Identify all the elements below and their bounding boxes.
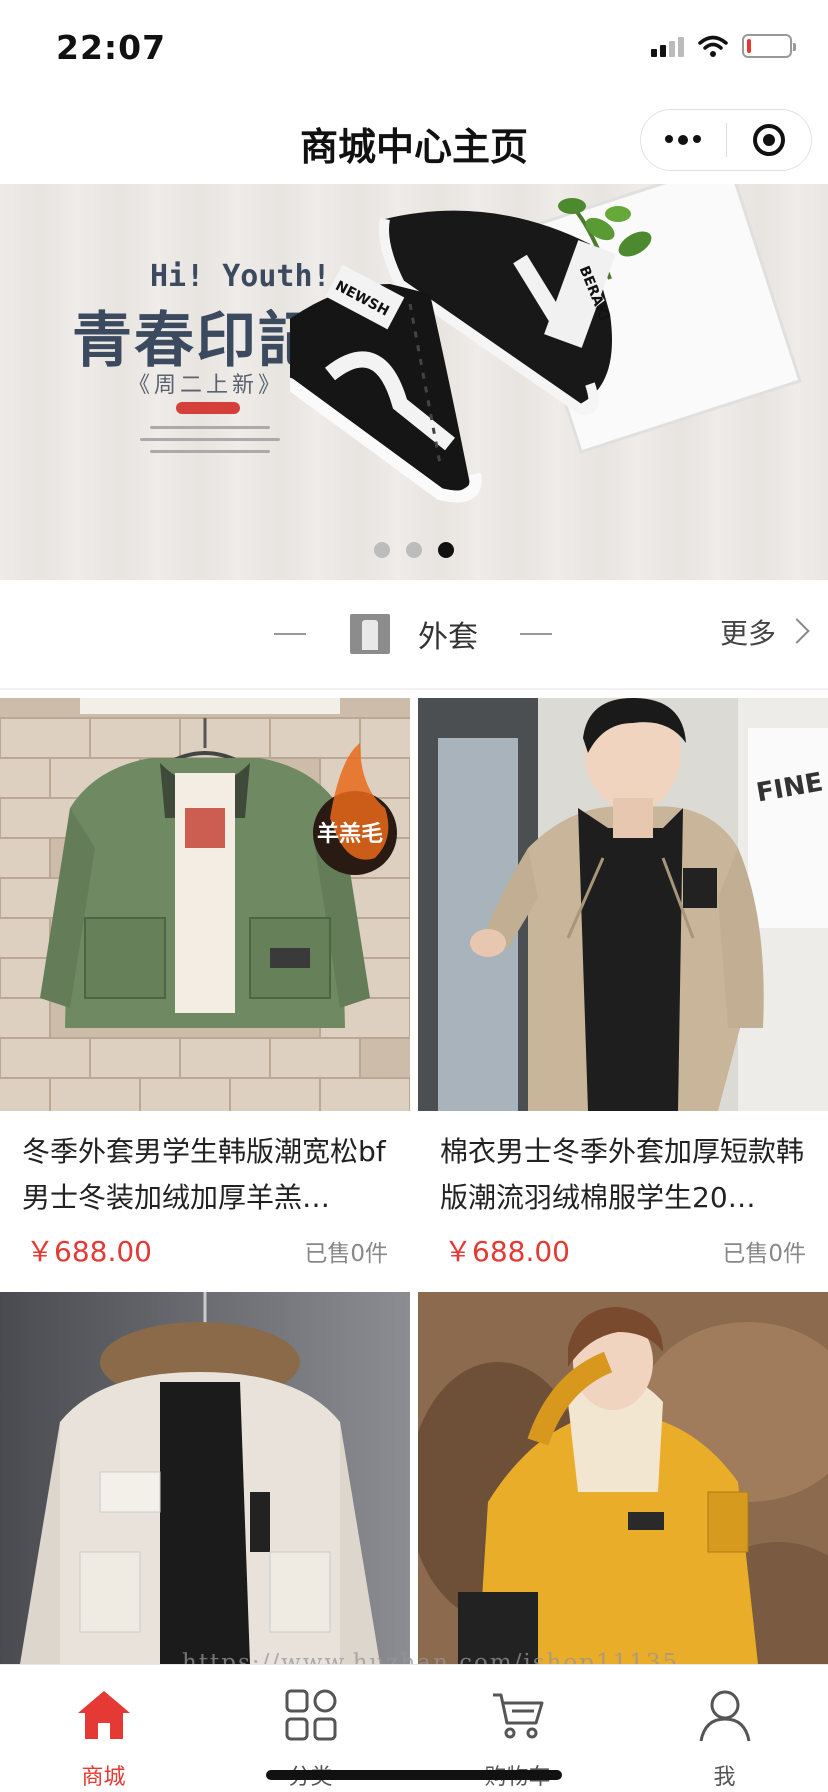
product-name: 棉衣男士冬季外套加厚短款韩版潮流羽绒棉服学生20…	[440, 1135, 805, 1214]
product-card[interactable]: FINE 棉衣男士冬季外套加厚短款韩版潮流羽绒棉服学生20… ￥688.00 已…	[418, 698, 828, 1268]
product-card[interactable]	[0, 1292, 410, 1705]
more-menu-button[interactable]	[641, 110, 726, 170]
product-card[interactable]: 羊羔毛 冬季外套男学生韩版潮宽松bf男士冬装加绒加厚羊羔… ￥688.00 已售…	[0, 698, 410, 1268]
product-badge: 羊羔毛	[317, 822, 384, 847]
close-miniprogram-button[interactable]	[727, 110, 812, 170]
status-bar: 22:07	[0, 0, 828, 96]
carousel-indicator	[0, 542, 828, 558]
carousel-dot[interactable]	[374, 542, 390, 558]
home-icon	[78, 1691, 130, 1739]
status-time: 22:07	[56, 28, 167, 67]
more-link[interactable]: 更多	[720, 612, 776, 652]
banner-carousel[interactable]: Hi! Youth! 青春印記 《周二上新》 BERAKI NEWSH	[0, 184, 828, 580]
target-icon	[752, 124, 785, 156]
wifi-icon	[698, 35, 728, 57]
product-image[interactable]	[0, 1292, 410, 1705]
nav-bar: 商城中心主页	[0, 96, 828, 184]
battery-icon	[742, 34, 796, 58]
product-name: 冬季外套男学生韩版潮宽松bf男士冬装加绒加厚羊羔…	[22, 1135, 386, 1214]
home-indicator	[266, 1770, 562, 1780]
product-image[interactable]	[418, 1292, 828, 1705]
product-price: ￥688.00	[26, 1235, 152, 1268]
carousel-dot[interactable]	[406, 542, 422, 558]
tab-profile[interactable]: 我	[621, 1665, 828, 1792]
section-header: 外套 更多	[0, 580, 828, 690]
product-sold-count: 已售0件	[304, 1241, 388, 1267]
sneaker-image: BERAKI NEWSH	[290, 184, 802, 503]
tab-home[interactable]: 商城	[0, 1665, 207, 1792]
banner-subline: 《周二上新》	[128, 373, 285, 398]
more-dots-icon	[665, 135, 702, 145]
category-grid-icon	[285, 1689, 337, 1741]
miniprogram-capsule	[640, 109, 812, 171]
carousel-dot[interactable]	[438, 542, 454, 558]
status-icons	[651, 34, 796, 58]
section-title: 外套	[418, 620, 478, 655]
product-card[interactable]	[418, 1292, 828, 1705]
banner-click-button	[176, 402, 240, 414]
product-price: ￥688.00	[444, 1235, 570, 1268]
section-thumbnail	[350, 614, 390, 654]
user-icon	[699, 1690, 751, 1742]
banner-headline: 青春印記	[72, 306, 320, 376]
product-image[interactable]: FINE	[418, 698, 828, 1111]
tab-label: 我	[713, 1765, 736, 1790]
cart-icon	[493, 1693, 544, 1739]
product-sold-count: 已售0件	[722, 1241, 806, 1267]
chevron-right-icon[interactable]	[784, 618, 810, 644]
tab-label: 商城	[81, 1765, 126, 1790]
signal-icon	[651, 35, 684, 57]
product-image[interactable]: 羊羔毛	[0, 698, 410, 1111]
